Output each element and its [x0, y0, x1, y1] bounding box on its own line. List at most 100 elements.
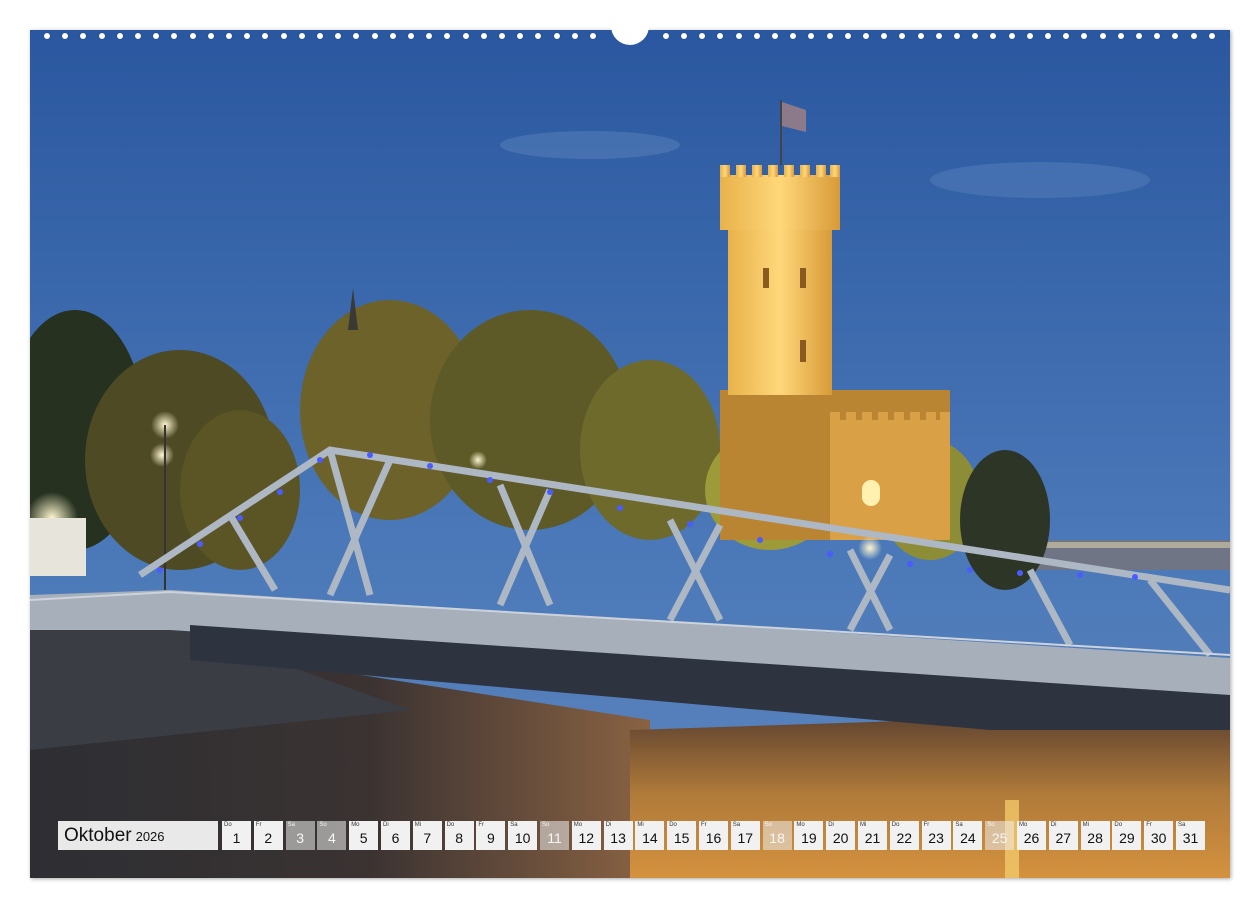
day-cell: Mi 14	[635, 821, 665, 850]
binding-hole	[1172, 33, 1179, 39]
day-number: 16	[705, 830, 722, 846]
binding-hole	[262, 33, 269, 39]
weekday-label: Di	[828, 822, 834, 828]
weekday-label: Do	[1114, 822, 1123, 828]
day-number: 30	[1150, 830, 1167, 846]
binding-hole	[717, 33, 724, 39]
day-cell: Mo 5	[349, 821, 379, 850]
day-cell: So 25	[985, 821, 1015, 850]
gatehouse-window	[862, 480, 880, 506]
weekday-label: Sa	[287, 822, 295, 828]
day-number: 2	[264, 830, 273, 846]
day-number: 6	[391, 830, 400, 846]
binding-hole	[153, 33, 160, 39]
weekday-label: Mi	[637, 822, 644, 828]
day-cell: Sa 24	[953, 821, 983, 850]
binding-hole	[80, 33, 87, 39]
day-number: 26	[1023, 830, 1040, 846]
binding-hole	[790, 33, 797, 39]
binding-hole	[116, 33, 123, 39]
billboard	[30, 518, 86, 576]
day-cell: Di 27	[1048, 821, 1078, 850]
weekday-label: So	[319, 822, 327, 828]
day-number: 10	[514, 830, 531, 846]
day-number: 13	[610, 830, 626, 846]
day-cell: So 11	[540, 821, 569, 850]
weekday-label: Fr	[923, 822, 930, 828]
day-cell: Fr 23	[921, 821, 951, 850]
day-cell: Mi 21	[858, 821, 887, 850]
day-number: 8	[455, 830, 463, 846]
day-number: 9	[486, 830, 495, 846]
day-cell: Do 1	[222, 821, 251, 850]
binding-hole	[389, 33, 396, 39]
day-cell: So 18	[762, 821, 792, 850]
photo-scene	[30, 30, 1230, 878]
binding-hole	[298, 33, 305, 39]
binding-hole	[753, 33, 760, 39]
binding-hole	[408, 33, 414, 39]
weekday-label: Do	[891, 822, 900, 828]
binding-hole	[863, 33, 869, 39]
binding-hole	[1063, 33, 1070, 39]
day-cell: Fr 30	[1144, 821, 1174, 850]
distant-bridge-light	[1030, 542, 1230, 548]
day-cell: Mi 28	[1080, 821, 1110, 850]
day-number: 11	[547, 830, 562, 846]
weekday-label: Mo	[796, 822, 805, 828]
weekday-label: Sa	[510, 822, 518, 828]
binding-hole	[917, 33, 924, 39]
day-number: 19	[801, 830, 817, 846]
cloud	[930, 162, 1150, 198]
weekday-label: So	[542, 822, 550, 828]
day-cell: Do 22	[889, 821, 919, 850]
binding-hole	[353, 33, 360, 39]
weekday-label: So	[987, 822, 995, 828]
tower	[720, 165, 840, 395]
binding-hole	[681, 33, 687, 39]
cloud	[500, 131, 680, 159]
day-number: 24	[960, 830, 976, 846]
day-cell: Sa 31	[1176, 821, 1205, 850]
day-cell: Sa 3	[285, 821, 315, 850]
spiral-binding	[30, 25, 1230, 45]
binding-hole	[462, 33, 469, 39]
binding-hole	[1099, 33, 1106, 39]
binding-hole	[1136, 33, 1142, 39]
month-year: 2026	[135, 829, 165, 844]
binding-hole	[189, 33, 196, 39]
binding-hole	[1208, 33, 1215, 39]
day-number: 1	[232, 830, 241, 846]
day-number: 18	[769, 830, 785, 846]
binding-hole	[1026, 33, 1033, 39]
binding-hole	[535, 33, 542, 39]
binding-hole	[44, 33, 50, 39]
day-number: 28	[1087, 830, 1103, 846]
weekday-label: Fr	[1146, 822, 1152, 828]
weekday-label: Do	[669, 822, 677, 828]
binding-hole	[881, 33, 888, 39]
binding-hole	[98, 33, 105, 39]
binding-hole	[1117, 33, 1124, 39]
calendar-strip: Oktober 2026 Do 1 Fr 2 Sa 3 So 4 Mo 5 Di 6 Mi 7 Do 8 Fr 9 S…	[58, 821, 1205, 850]
weekday-label: Fr	[478, 822, 485, 828]
binding-hole	[1081, 33, 1088, 39]
day-cell: Fr 16	[699, 821, 728, 850]
binding-hole	[571, 33, 578, 39]
binding-hole	[935, 33, 942, 39]
day-number: 5	[359, 830, 368, 846]
binding-hole	[990, 33, 997, 39]
binding-hole	[171, 33, 178, 39]
binding-hole	[826, 33, 833, 39]
hanger-notch	[611, 25, 649, 45]
weekday-label: Sa	[732, 822, 741, 828]
day-cell: Mo 12	[571, 821, 601, 850]
binding-hole	[899, 33, 906, 39]
binding-hole	[62, 33, 69, 39]
weekday-label: Mo	[573, 822, 583, 828]
day-number: 3	[296, 830, 304, 846]
bridge-lamp-glow	[858, 536, 882, 560]
binding-hole	[1154, 33, 1161, 39]
day-number: 25	[991, 830, 1008, 846]
weekday-label: Di	[605, 822, 612, 828]
